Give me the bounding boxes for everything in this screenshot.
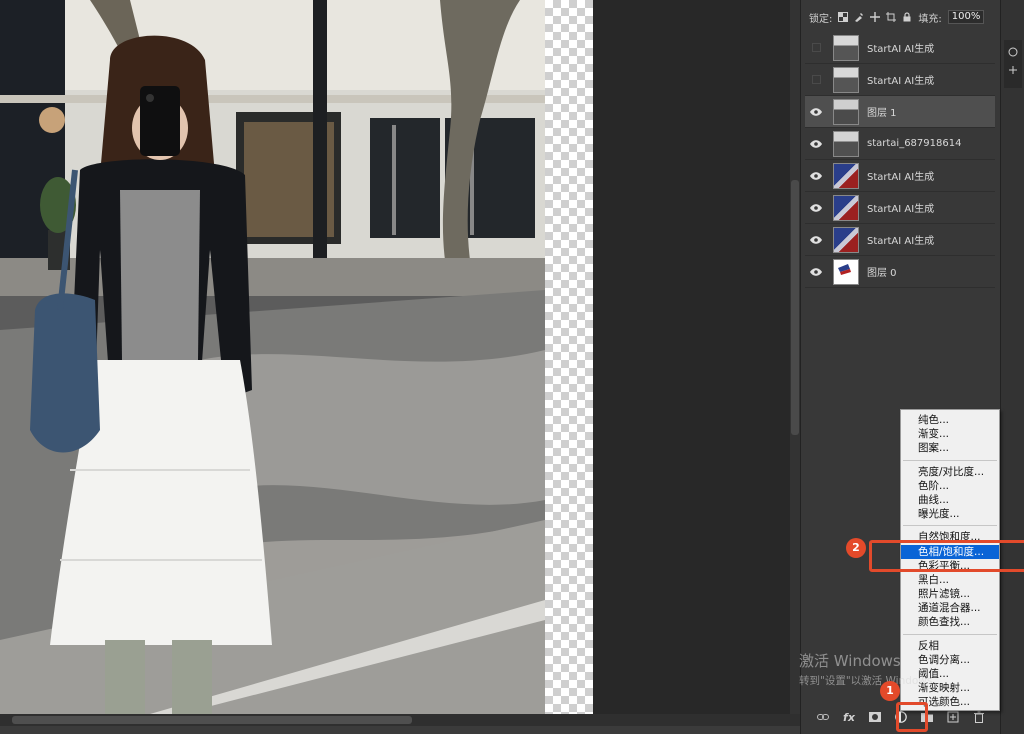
lock-position-icon[interactable] bbox=[870, 12, 881, 22]
canvas-horizontal-scroll-thumb[interactable] bbox=[12, 716, 412, 724]
lock-transparent-pixels-icon[interactable] bbox=[838, 12, 849, 22]
layer-thumbnail bbox=[833, 66, 859, 93]
lock-all-icon[interactable] bbox=[902, 12, 912, 22]
layer-row[interactable]: StartAI AI生成 bbox=[805, 64, 995, 96]
visibility-toggle[interactable] bbox=[805, 160, 827, 192]
visibility-toggle[interactable] bbox=[805, 128, 827, 160]
transparent-area bbox=[545, 0, 593, 714]
layer-name: 图层 1 bbox=[867, 108, 897, 119]
link-layers-icon[interactable] bbox=[817, 711, 830, 723]
layer-row[interactable]: startai_687918614 bbox=[805, 128, 995, 160]
menu-item-black-white[interactable]: 黑白... bbox=[901, 573, 999, 587]
layer-name: 图层 0 bbox=[867, 268, 897, 279]
menu-item-photo-filter[interactable]: 照片滤镜... bbox=[901, 587, 999, 601]
layer-thumbnail bbox=[833, 98, 859, 125]
visibility-toggle[interactable] bbox=[805, 192, 827, 224]
add-mask-icon[interactable] bbox=[868, 711, 881, 723]
menu-item-pattern[interactable]: 图案... bbox=[901, 441, 999, 455]
layer-row-selected[interactable]: 图层 1 bbox=[805, 96, 995, 128]
eye-icon bbox=[810, 171, 822, 180]
layer-row[interactable]: StartAI AI生成 bbox=[805, 224, 995, 256]
visibility-toggle[interactable] bbox=[805, 32, 827, 64]
hidden-box-icon bbox=[811, 43, 821, 52]
layer-thumbnail bbox=[833, 130, 859, 157]
document-canvas[interactable] bbox=[0, 0, 800, 714]
step-badge-2: 2 bbox=[846, 538, 866, 558]
step-badge-1: 1 bbox=[880, 681, 900, 701]
layer-row[interactable]: 图层 0 bbox=[805, 256, 995, 288]
layer-name: StartAI AI生成 bbox=[867, 44, 935, 55]
photo-layer-content bbox=[0, 0, 545, 714]
highlight-box-hue-saturation bbox=[869, 540, 1024, 572]
layer-name: StartAI AI生成 bbox=[867, 204, 935, 215]
eye-icon bbox=[810, 139, 822, 148]
menu-item-channel-mixer[interactable]: 通道混合器... bbox=[901, 601, 999, 615]
layer-name: StartAI AI生成 bbox=[867, 172, 935, 183]
menu-item-gradient[interactable]: 渐变... bbox=[901, 427, 999, 441]
layer-row[interactable]: StartAI AI生成 bbox=[805, 160, 995, 192]
new-layer-icon[interactable] bbox=[947, 711, 959, 723]
layer-style-fx-icon[interactable]: fx bbox=[843, 711, 855, 724]
canvas-vertical-scroll-thumb[interactable] bbox=[791, 180, 799, 435]
collapsed-panel-tab[interactable] bbox=[1004, 40, 1022, 88]
menu-item-color-lookup[interactable]: 颜色查找... bbox=[901, 615, 999, 629]
menu-item-levels[interactable]: 色阶... bbox=[901, 479, 999, 493]
hidden-box-icon bbox=[811, 75, 821, 84]
visibility-toggle[interactable] bbox=[805, 256, 827, 288]
pasteboard bbox=[593, 0, 790, 714]
menu-separator bbox=[903, 459, 997, 461]
layer-thumbnail bbox=[833, 34, 859, 61]
eye-icon bbox=[810, 107, 822, 116]
windows-activation-watermark: 激活 Windows 转到"设置"以激活 Windows。 bbox=[799, 650, 943, 688]
lock-artboard-icon[interactable] bbox=[886, 12, 897, 22]
eye-icon bbox=[810, 235, 822, 244]
panel-tools-icon bbox=[1008, 47, 1018, 74]
eye-icon bbox=[810, 267, 822, 276]
fill-label: 填充: bbox=[918, 13, 942, 25]
highlight-box-adjustment-button bbox=[896, 702, 928, 732]
layer-thumbnail bbox=[833, 194, 859, 221]
visibility-toggle[interactable] bbox=[805, 224, 827, 256]
right-tool-strip bbox=[1000, 0, 1024, 734]
delete-layer-trash-icon[interactable] bbox=[973, 711, 985, 723]
menu-item-solid-color[interactable]: 纯色... bbox=[901, 413, 999, 427]
watermark-subtitle: 转到"设置"以激活 Windows。 bbox=[799, 675, 943, 687]
eye-icon bbox=[810, 203, 822, 212]
layer-list: StartAI AI生成 StartAI AI生成 图层 1 startai_6… bbox=[805, 32, 995, 288]
menu-separator bbox=[903, 633, 997, 635]
menu-item-exposure[interactable]: 曝光度... bbox=[901, 507, 999, 521]
layer-thumbnail bbox=[833, 258, 859, 285]
visibility-toggle[interactable] bbox=[805, 96, 827, 128]
flag-icon bbox=[838, 263, 851, 275]
layer-name: startai_687918614 bbox=[867, 138, 962, 149]
menu-item-curves[interactable]: 曲线... bbox=[901, 493, 999, 507]
lock-bar: 锁定: 填充: 100% bbox=[801, 6, 1001, 28]
layer-row[interactable]: StartAI AI生成 bbox=[805, 32, 995, 64]
menu-separator bbox=[903, 525, 997, 527]
fill-input[interactable]: 100% bbox=[947, 10, 985, 24]
layer-thumbnail bbox=[833, 162, 859, 189]
layer-name: StartAI AI生成 bbox=[867, 76, 935, 87]
visibility-toggle[interactable] bbox=[805, 64, 827, 96]
layer-name: StartAI AI生成 bbox=[867, 236, 935, 247]
lock-image-pixels-icon[interactable] bbox=[854, 12, 864, 22]
layer-row[interactable]: StartAI AI生成 bbox=[805, 192, 995, 224]
layer-thumbnail bbox=[833, 226, 859, 253]
lock-label: 锁定: bbox=[809, 13, 833, 25]
watermark-title: 激活 Windows bbox=[799, 652, 901, 670]
menu-item-brightness-contrast[interactable]: 亮度/对比度... bbox=[901, 465, 999, 479]
